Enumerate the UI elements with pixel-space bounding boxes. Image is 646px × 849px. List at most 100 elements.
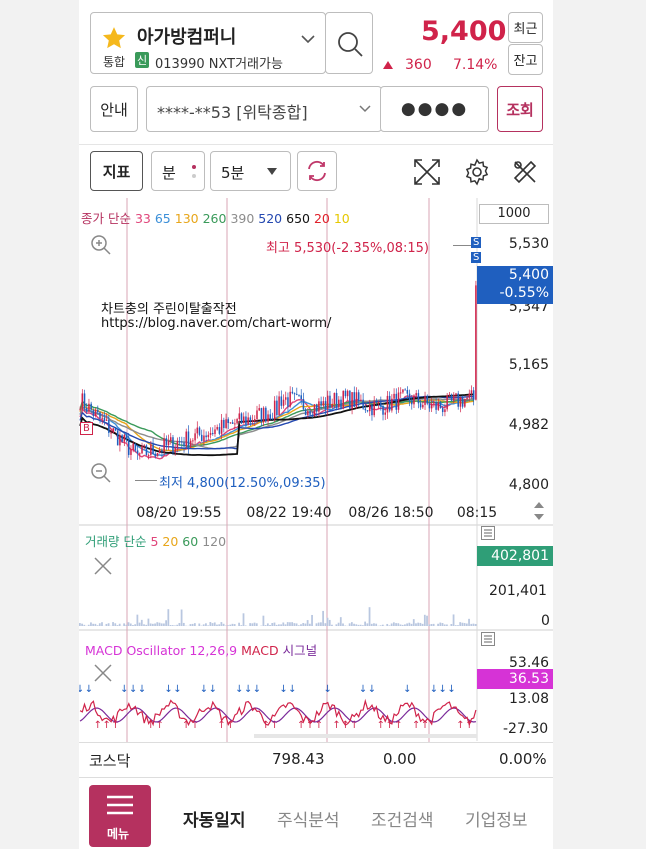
index-change-pct: 0.00% (499, 750, 547, 768)
zoom-in-icon[interactable] (89, 233, 113, 257)
candle-body (119, 435, 121, 446)
count-box[interactable]: 1000 (479, 204, 549, 224)
volume-bar (317, 622, 320, 626)
candle-body (304, 409, 307, 416)
volume-bar (454, 625, 457, 626)
candle-body (399, 392, 402, 394)
volume-bar (381, 624, 384, 626)
candle-body (267, 414, 269, 422)
candle-body (391, 398, 393, 411)
volume-bar (191, 623, 194, 626)
index-bar[interactable]: 코스닥 798.43 0.00 0.00% (79, 742, 553, 778)
tools-icon[interactable] (511, 158, 539, 186)
expand-icon[interactable] (413, 158, 441, 186)
candle-body (368, 404, 371, 412)
volume-bar (220, 622, 223, 626)
candle-body (92, 409, 95, 416)
volume-bar (140, 619, 143, 626)
balance-button[interactable]: 잔고 (508, 44, 543, 75)
volume-bar (273, 622, 276, 626)
volume-bar (315, 623, 318, 626)
volume-bar (189, 624, 192, 626)
zoom-out-icon[interactable] (89, 461, 113, 485)
volume-bar (244, 625, 247, 626)
buy-signal-arrow: ↑ (297, 720, 305, 731)
sell-signal-arrow: ↓ (120, 684, 128, 695)
volume-tick-mid: 201,401 (489, 583, 547, 599)
candle-body (461, 397, 464, 407)
volume-bar (269, 625, 271, 626)
volume-bars (79, 607, 477, 626)
close-icon[interactable] (93, 556, 113, 576)
candle-body (437, 402, 440, 410)
candle-body (189, 440, 192, 448)
indicator-button[interactable]: 지표 (90, 151, 143, 191)
sell-signal-arrow: ↓ (244, 684, 252, 695)
volume-bar (167, 609, 170, 626)
guide-button[interactable]: 안내 (90, 86, 138, 132)
volume-bar (116, 625, 119, 626)
macd-value-tag: 36.53 (477, 669, 553, 689)
volume-bar (180, 609, 183, 626)
candle-body (192, 440, 194, 442)
scroll-arrows-icon[interactable] (533, 502, 545, 520)
volume-bar (129, 623, 132, 626)
chevron-down-icon[interactable] (301, 34, 315, 44)
candle-body (220, 419, 223, 434)
close-icon[interactable] (93, 663, 113, 683)
candle-body (284, 397, 287, 400)
candle-body (223, 419, 225, 428)
volume-bar (90, 622, 92, 626)
candle-body (240, 413, 243, 424)
candle-body (147, 455, 150, 457)
candle-body (90, 403, 92, 410)
nav-item-company-info[interactable]: 기업정보 (465, 806, 528, 831)
candle-body (236, 419, 238, 424)
hamburger-icon[interactable] (481, 526, 495, 540)
macd-legend: MACD Oscillator 12,26,9 MACD 시그널 (85, 640, 317, 659)
candle-body (298, 394, 300, 396)
volume-bar (240, 625, 243, 626)
query-button[interactable]: 조회 (497, 86, 543, 132)
gear-icon[interactable] (463, 158, 491, 186)
star-icon[interactable] (101, 25, 127, 51)
sell-signal-arrow: ↓ (324, 684, 332, 695)
volume-bar (193, 623, 196, 626)
volume-bar (291, 622, 294, 626)
candle-body (269, 414, 272, 419)
volume-bar (397, 623, 400, 626)
volume-bar (441, 623, 444, 626)
nav-item-stock-analysis[interactable]: 주식분석 (277, 806, 340, 831)
stock-name: 아가방컴퍼니 (137, 27, 237, 48)
volume-bar (151, 623, 154, 626)
candle-body (114, 428, 117, 431)
sell-signal-arrow: ↓ (129, 684, 137, 695)
high-leader-line (453, 245, 471, 246)
password-field[interactable]: ●●●● (380, 86, 489, 132)
account-select[interactable]: ****-**53 [위탁종합] (146, 86, 382, 132)
candle-body (134, 443, 137, 451)
volume-bar (136, 614, 139, 626)
hamburger-icon[interactable] (481, 632, 495, 646)
nav-item-auto-journal[interactable]: 자동일지 (183, 806, 246, 831)
volume-bar (154, 623, 156, 626)
volume-bar (295, 623, 298, 626)
volume-bar (342, 623, 344, 626)
period-unit-select[interactable]: 분 (151, 151, 205, 191)
candle-body (289, 391, 291, 407)
search-button[interactable] (325, 12, 373, 74)
candle-body (156, 452, 159, 457)
recent-button[interactable]: 최근 (508, 12, 543, 43)
volume-bar (468, 618, 470, 626)
candle-body (85, 407, 88, 412)
candle-body (278, 396, 280, 416)
volume-bar (459, 622, 462, 626)
menu-button[interactable]: 메뉴 (89, 785, 151, 847)
stock-selector[interactable]: 아가방컴퍼니 통합 신 013990 NXT거래가능 (90, 12, 326, 74)
refresh-button[interactable] (297, 151, 337, 191)
volume-bar (326, 617, 329, 626)
nav-item-condition-search[interactable]: 조건검색 (371, 806, 434, 831)
period-value-select[interactable]: 5분 (210, 151, 291, 191)
candle-body (205, 435, 207, 438)
volume-bar (461, 622, 464, 626)
